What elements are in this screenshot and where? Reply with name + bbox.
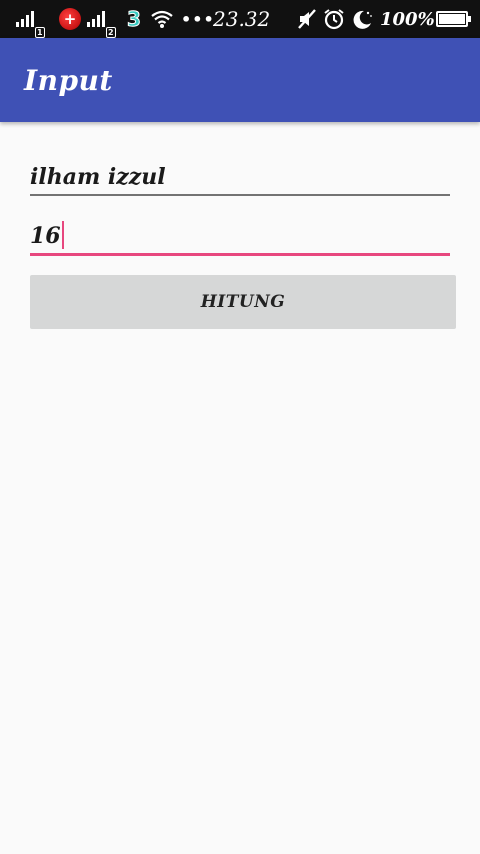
three-carrier-wrap: 3 (127, 0, 142, 38)
screen: 1 + 2 3 ••• 23.32 100% Input ilham izzul… (0, 0, 480, 854)
signal-group-1: 1 (16, 0, 45, 38)
age-field[interactable]: 16 (30, 218, 450, 256)
more-wrap: ••• (181, 0, 215, 38)
status-bar: 1 + 2 3 ••• 23.32 100% (0, 0, 480, 38)
age-field-value-wrap: 16 (30, 221, 64, 249)
time-wrap: 23.32 (213, 0, 270, 38)
name-field[interactable]: ilham izzul (30, 158, 450, 196)
carrier-logo-wrap: + (59, 0, 81, 38)
signal-icon (87, 11, 105, 27)
wifi-icon (151, 10, 173, 28)
signal-group-2: 2 (87, 0, 116, 38)
page-title: Input (24, 63, 113, 97)
carrier-logo-icon: + (59, 8, 81, 30)
mute-wrap (296, 0, 318, 38)
battery-wrap (436, 0, 471, 38)
alarm-wrap (323, 0, 345, 38)
name-field-value: ilham izzul (30, 164, 166, 190)
battery-icon (436, 11, 471, 27)
hitung-button[interactable]: HITUNG (30, 275, 456, 329)
battery-percent: 100% (380, 8, 435, 30)
three-carrier-icon: 3 (127, 7, 142, 32)
night-mode-icon (353, 10, 372, 29)
app-bar: Input (0, 38, 480, 122)
sim1-badge: 1 (35, 27, 45, 38)
signal-icon (16, 11, 34, 27)
text-cursor (61, 221, 64, 249)
sim2-badge: 2 (106, 27, 116, 38)
mute-icon (298, 9, 316, 29)
status-time: 23.32 (213, 7, 271, 31)
battery-pct-wrap: 100% (380, 0, 435, 38)
wifi-wrap (150, 0, 174, 38)
alarm-icon (324, 9, 344, 30)
age-field-value: 16 (30, 223, 61, 249)
more-icon: ••• (181, 9, 215, 29)
night-wrap (351, 0, 373, 38)
